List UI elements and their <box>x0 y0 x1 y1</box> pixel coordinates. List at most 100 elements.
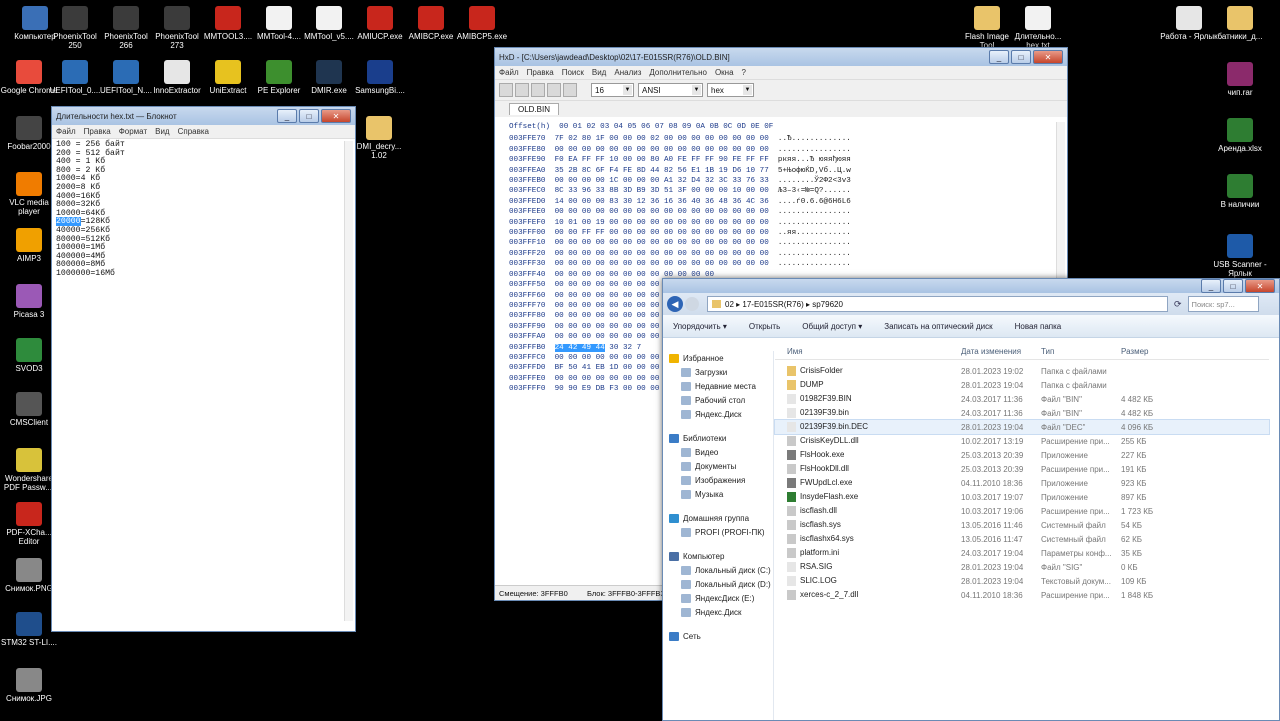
desktop-icon[interactable]: чип.rar <box>1211 62 1269 97</box>
disk-icon[interactable] <box>563 83 577 97</box>
file-row[interactable]: FlsHook.exe 25.03.2013 20:39 Приложение 227… <box>775 448 1269 462</box>
desktop-icon[interactable]: PhoenixTool 266 <box>97 6 155 50</box>
desktop-icon[interactable]: Длительно... hex.txt <box>1009 6 1067 50</box>
desktop-icon[interactable]: DMI_decry... 1.02 <box>350 116 408 160</box>
desktop-icon[interactable]: SVOD3 <box>0 338 58 373</box>
back-icon[interactable]: ◀ <box>667 296 683 312</box>
nav-item[interactable]: Видео <box>669 445 773 459</box>
desktop-icon[interactable]: Flash Image Tool <box>958 6 1016 50</box>
menu-item[interactable]: Файл <box>56 127 76 136</box>
file-row[interactable]: RSA.SIG 28.01.2023 19:04 Файл "SIG" 0 КБ <box>775 560 1269 574</box>
nav-item[interactable]: Яндекс.Диск <box>669 605 773 619</box>
close-button[interactable]: ✕ <box>321 109 351 123</box>
search-input[interactable]: Поиск: sp7... <box>1187 296 1259 312</box>
hxd-titlebar[interactable]: HxD - [C:\Users\jawdead\Desktop\02\17-E0… <box>495 48 1067 66</box>
nav-item[interactable]: PROFI (PROFI-ПК) <box>669 525 773 539</box>
explorer-titlebar[interactable]: _ □ ✕ <box>663 279 1279 293</box>
maximize-button[interactable]: □ <box>1011 50 1031 64</box>
minimize-button[interactable]: _ <box>277 109 297 123</box>
close-button[interactable]: ✕ <box>1033 50 1063 64</box>
menu-item[interactable]: Файл <box>499 68 519 77</box>
menu-item[interactable]: Окна <box>715 68 734 77</box>
desktop-icon[interactable]: В наличии <box>1211 174 1269 209</box>
maximize-button[interactable]: □ <box>1223 279 1243 293</box>
file-row[interactable]: iscflash.dll 10.03.2017 19:06 Расширение п… <box>775 504 1269 518</box>
column-header[interactable]: Имя <box>787 347 803 356</box>
nav-item[interactable]: Локальный диск (C:) <box>669 563 773 577</box>
desktop-icon[interactable]: AMIBCP5.exe <box>453 6 511 41</box>
desktop-icon[interactable]: Аренда.xlsx <box>1211 118 1269 153</box>
desktop-icon[interactable]: Снимок.JPG <box>0 668 58 703</box>
nav-item[interactable]: Документы <box>669 459 773 473</box>
minimize-button[interactable]: _ <box>1201 279 1221 293</box>
address-bar[interactable]: 02 ▸ 17-E015SR(R76) ▸ sp79620 <box>707 296 1168 312</box>
desktop-icon[interactable]: AIMP3 <box>0 228 58 263</box>
column-header[interactable]: Дата изменения <box>961 347 1021 356</box>
desktop-icon[interactable]: SamsungBi.... <box>351 60 409 95</box>
file-row[interactable]: platform.ini 24.03.2017 19:04 Параметры ко… <box>775 546 1269 560</box>
file-row[interactable]: DUMP 28.01.2023 19:04 Папка с файлами <box>775 378 1269 392</box>
desktop-icon[interactable]: USB Scanner - Ярлык <box>1211 234 1269 278</box>
menu-item[interactable]: Вид <box>155 127 169 136</box>
column-header[interactable]: Размер <box>1121 347 1149 356</box>
file-row[interactable]: iscflash.sys 13.05.2016 11:46 Системный фа… <box>775 518 1269 532</box>
desktop-icon[interactable]: Wondershare PDF Passw.... <box>0 448 58 492</box>
nav-item[interactable]: Музыка <box>669 487 773 501</box>
toolbar-button[interactable]: Записать на оптический диск <box>884 322 992 331</box>
nav-group[interactable]: Домашняя группа <box>669 511 773 525</box>
nav-item[interactable]: Загрузки <box>669 365 773 379</box>
file-row[interactable]: CrisisKeyDLL.dll 10.02.2017 13:19 Расширен… <box>775 434 1269 448</box>
desktop-icon[interactable]: UEFITool_N.... <box>97 60 155 95</box>
refresh-icon[interactable]: ⟳ <box>1174 299 1182 310</box>
breadcrumb-item[interactable]: 17-E015SR(R76) <box>742 300 803 309</box>
desktop-icon[interactable]: DMIR.exe <box>300 60 358 95</box>
file-row[interactable]: FlsHookDll.dll 25.03.2013 20:39 Расширение… <box>775 462 1269 476</box>
desktop-icon[interactable]: Foobar2000 <box>0 116 58 151</box>
desktop-icon[interactable]: InnoExtractor <box>148 60 206 95</box>
nav-item[interactable]: Яндекс.Диск <box>669 407 773 421</box>
menu-item[interactable]: Правка <box>527 68 554 77</box>
nav-item[interactable]: Локальный диск (D:) <box>669 577 773 591</box>
forward-icon[interactable] <box>685 297 699 311</box>
desktop-icon[interactable]: PDF-XCha... Editor <box>0 502 58 546</box>
file-row[interactable]: 02139F39.bin.DEC 28.01.2023 19:04 Файл "DE… <box>774 419 1270 435</box>
nav-group[interactable]: Компьютер <box>669 549 773 563</box>
nav-item[interactable]: ЯндексДиск (E:) <box>669 591 773 605</box>
menu-item[interactable]: Поиск <box>562 68 584 77</box>
desktop-icon[interactable]: PhoenixTool 273 <box>148 6 206 50</box>
nav-group[interactable]: Избранное <box>669 351 773 365</box>
tab-old-bin[interactable]: OLD.BIN <box>509 103 560 115</box>
menu-item[interactable]: Формат <box>119 127 147 136</box>
close-button[interactable]: ✕ <box>1245 279 1275 293</box>
new-file-icon[interactable] <box>499 83 513 97</box>
toolbar-button[interactable]: Общий доступ ▾ <box>802 322 862 331</box>
menu-item[interactable]: Справка <box>178 127 209 136</box>
menu-item[interactable]: ? <box>742 68 746 77</box>
file-row[interactable]: CrisisFolder 28.01.2023 19:02 Папка с файл… <box>775 364 1269 378</box>
nav-item[interactable]: Изображения <box>669 473 773 487</box>
desktop-icon[interactable]: AMIBCP.exe <box>402 6 460 41</box>
desktop-icon[interactable]: AMIUCP.exe <box>351 6 409 41</box>
desktop-icon[interactable]: Снимок.PNG <box>0 558 58 593</box>
desktop-icon[interactable]: PhoenixTool 250 <box>46 6 104 50</box>
desktop-icon[interactable]: CMSClient <box>0 392 58 427</box>
save-icon[interactable] <box>531 83 545 97</box>
open-file-icon[interactable] <box>515 83 529 97</box>
nav-item[interactable]: Недавние места <box>669 379 773 393</box>
mode-combo[interactable]: hex ▼ <box>707 83 754 97</box>
desktop-icon[interactable]: VLC media player <box>0 172 58 216</box>
menu-item[interactable]: Правка <box>84 127 111 136</box>
nav-item[interactable]: Рабочий стол <box>669 393 773 407</box>
file-row[interactable]: SLIC.LOG 28.01.2023 19:04 Текстовый докум.… <box>775 574 1269 588</box>
desktop-icon[interactable]: MMTOOL3.... <box>199 6 257 41</box>
desktop-icon[interactable]: UEFITool_0.... <box>46 60 104 95</box>
file-row[interactable]: FWUpdLcl.exe 04.11.2010 18:36 Приложение 92… <box>775 476 1269 490</box>
breadcrumb-item[interactable]: 02 <box>725 300 734 309</box>
ram-icon[interactable] <box>547 83 561 97</box>
maximize-button[interactable]: □ <box>299 109 319 123</box>
notepad-scrollbar[interactable] <box>344 141 353 621</box>
notepad-titlebar[interactable]: Длительности hex.txt — Блокнот _ □ ✕ <box>52 107 355 125</box>
desktop-icon[interactable]: STM32 ST-LI.... <box>0 612 58 647</box>
file-row[interactable]: xerces-c_2_7.dll 04.11.2010 18:36 Расширен… <box>775 588 1269 602</box>
file-row[interactable]: 01982F39.BIN 24.03.2017 11:36 Файл "BIN" 4 … <box>775 392 1269 406</box>
